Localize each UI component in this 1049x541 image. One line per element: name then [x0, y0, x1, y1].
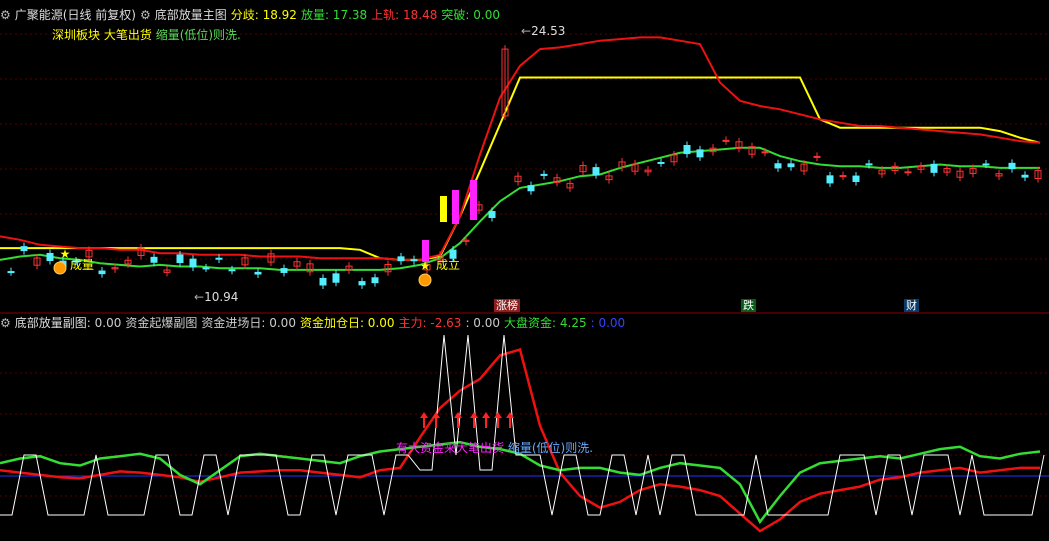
breakout-bar — [470, 180, 477, 220]
candle-body — [852, 175, 860, 182]
candle-body — [202, 267, 210, 270]
candle-body — [826, 175, 834, 184]
star-icon: ★ — [420, 259, 431, 273]
candle-body — [540, 173, 548, 176]
signal-arrow-head — [494, 412, 502, 418]
candle-body — [410, 259, 418, 262]
candle-body — [592, 167, 600, 176]
candle-body — [1021, 174, 1029, 178]
tag-zhangbang[interactable]: 涨榜 — [494, 299, 520, 312]
main-note: 深圳板块 大笔出货 缩量(低位)则洗. — [52, 28, 241, 42]
candle-body — [683, 144, 691, 155]
candle-body — [7, 271, 15, 274]
signal-arrow-head — [432, 412, 440, 418]
breakout-bar — [452, 190, 459, 224]
money-bag-icon — [418, 273, 432, 287]
sector-label: 深圳板块 — [52, 28, 101, 42]
candle-body — [254, 271, 262, 275]
candle-body — [982, 163, 990, 166]
candle-body — [722, 139, 730, 142]
signal-arrow-head — [420, 412, 428, 418]
candle-body — [98, 270, 106, 275]
candle-body — [176, 254, 184, 264]
candle-body — [358, 281, 366, 286]
candle-body — [787, 163, 795, 168]
candle-body — [657, 161, 665, 164]
candle-body — [397, 256, 405, 262]
price-high-label: ←24.53 — [521, 24, 566, 38]
star-icon: ★ — [60, 247, 71, 261]
candle-body — [839, 175, 847, 178]
candle-body — [189, 258, 197, 268]
candle-body — [488, 211, 496, 218]
candle-body — [228, 269, 236, 272]
candle-body — [761, 151, 769, 154]
signal-volume-label: 成量 — [70, 258, 95, 272]
capital-note: 有大资金来 — [396, 441, 457, 455]
candle-body — [332, 273, 340, 283]
shrink-note: 缩量(低位)则洗. — [155, 28, 241, 42]
candle-body — [46, 252, 54, 262]
tag-die[interactable]: 跌 — [741, 299, 756, 312]
chart-canvas[interactable]: ★★ — [0, 0, 1049, 541]
sell-note: 大笔出货 — [103, 28, 152, 42]
breakout-bar — [440, 196, 447, 222]
sub-sell-note: 大笔出货 — [456, 441, 505, 455]
money-bag-icon — [53, 261, 67, 275]
candle-body — [904, 171, 912, 174]
price-high-value: 24.53 — [531, 24, 566, 38]
candle-body — [150, 256, 158, 263]
price-low-label: ←10.94 — [194, 290, 239, 304]
candle-body — [527, 185, 535, 192]
candle-body — [449, 249, 457, 259]
signal-arrow-head — [482, 412, 490, 418]
signal-arrow-head — [454, 412, 462, 418]
price-low-value: 10.94 — [204, 290, 239, 304]
sub-note: 有大资金来大笔出货 缩量(低位)则洗. — [396, 441, 593, 455]
candle-body — [371, 277, 379, 284]
candle-body — [20, 246, 28, 252]
candle-body — [319, 277, 327, 286]
signal-setup-label: 成立 — [436, 258, 461, 272]
signal-arrow-head — [506, 412, 514, 418]
candle-body — [215, 257, 223, 260]
candle-body — [813, 155, 821, 158]
candle-body — [865, 163, 873, 166]
candle-body — [1008, 162, 1016, 170]
main-series-line-2 — [0, 36, 1041, 261]
candle-body — [930, 163, 938, 173]
tag-cai[interactable]: 财 — [904, 299, 919, 312]
candle-body — [280, 268, 288, 273]
candle-body — [696, 149, 704, 158]
signal-arrow-head — [470, 412, 478, 418]
sub-shrink-note: 缩量(低位)则洗. — [507, 441, 594, 455]
candle-body — [774, 163, 782, 169]
